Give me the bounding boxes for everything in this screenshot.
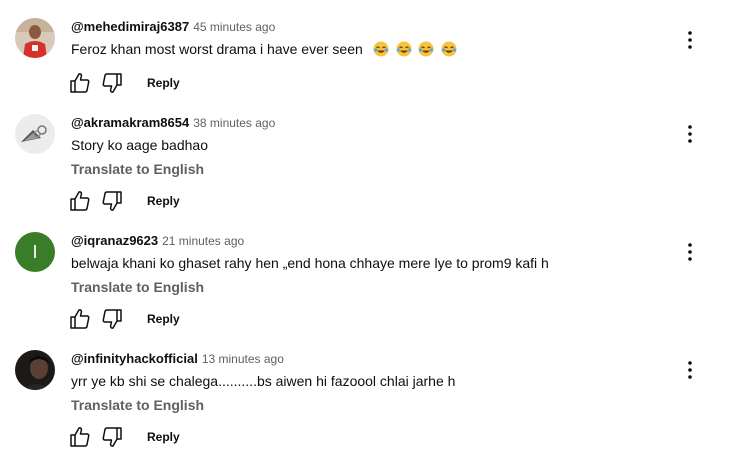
- thumb-up-icon: [70, 427, 90, 447]
- comment-text: Feroz khan most worst drama i have ever …: [71, 39, 457, 59]
- comment-menu-button[interactable]: [678, 122, 702, 146]
- comment-body: yrr ye kb shi se chalega..........bs aiw…: [71, 373, 456, 389]
- author-handle[interactable]: @mehedimiraj6387: [71, 19, 189, 34]
- face-with-tears-of-joy-icon: [418, 41, 434, 57]
- comment-body: Feroz khan most worst drama i have ever …: [71, 41, 363, 57]
- thumb-down-icon: [102, 191, 122, 211]
- translate-button[interactable]: Translate to English: [71, 395, 204, 415]
- thumb-down-icon: [102, 73, 122, 93]
- avatar-photo: [15, 350, 55, 390]
- comment-header: @mehedimiraj6387 45 minutes ago: [71, 19, 275, 35]
- translate-button[interactable]: Translate to English: [71, 277, 204, 297]
- comment-header: @iqranaz9623 21 minutes ago: [71, 233, 244, 249]
- thumb-up-icon: [70, 191, 90, 211]
- author-handle[interactable]: @akramakram8654: [71, 115, 189, 130]
- dislike-button[interactable]: [100, 307, 124, 331]
- author-handle[interactable]: @iqranaz9623: [71, 233, 158, 248]
- avatar[interactable]: I: [15, 232, 55, 272]
- translate-button[interactable]: Translate to English: [71, 159, 204, 179]
- reply-button[interactable]: Reply: [147, 192, 180, 210]
- comment-header: @infinityhackofficial 13 minutes ago: [71, 351, 284, 367]
- thumb-down-icon: [102, 309, 122, 329]
- avatar[interactable]: [15, 350, 55, 390]
- comment-header: @akramakram8654 38 minutes ago: [71, 115, 275, 131]
- comment-time[interactable]: 13 minutes ago: [202, 352, 284, 366]
- more-vert-icon: [688, 31, 692, 49]
- reply-button[interactable]: Reply: [147, 428, 180, 446]
- avatar-photo: [15, 18, 55, 58]
- avatar[interactable]: [15, 114, 55, 154]
- more-vert-icon: [688, 125, 692, 143]
- like-button[interactable]: [68, 189, 92, 213]
- reply-button[interactable]: Reply: [147, 310, 180, 328]
- thumb-up-icon: [70, 73, 90, 93]
- like-button[interactable]: [68, 425, 92, 449]
- more-vert-icon: [688, 361, 692, 379]
- more-vert-icon: [688, 243, 692, 261]
- thumb-up-icon: [70, 309, 90, 329]
- reply-button[interactable]: Reply: [147, 74, 180, 92]
- face-with-tears-of-joy-icon: [373, 41, 389, 57]
- like-button[interactable]: [68, 71, 92, 95]
- comment-text: Story ko aage badhao: [71, 135, 208, 155]
- like-button[interactable]: [68, 307, 92, 331]
- dislike-button[interactable]: [100, 425, 124, 449]
- avatar-letter: I: [32, 242, 38, 262]
- comment-body: Story ko aage badhao: [71, 137, 208, 153]
- face-with-tears-of-joy-icon: [396, 41, 412, 57]
- comment-menu-button[interactable]: [678, 358, 702, 382]
- comment-time[interactable]: 21 minutes ago: [162, 234, 244, 248]
- comment-body: belwaja khani ko ghaset rahy hen „end ho…: [71, 255, 549, 271]
- dislike-button[interactable]: [100, 71, 124, 95]
- avatar[interactable]: [15, 18, 55, 58]
- comment-text: yrr ye kb shi se chalega..........bs aiw…: [71, 371, 455, 391]
- avatar-photo: [15, 114, 55, 154]
- comment-menu-button[interactable]: [678, 28, 702, 52]
- comment-text: belwaja khani ko ghaset rahy hen „end ho…: [71, 253, 549, 273]
- author-handle[interactable]: @infinityhackofficial: [71, 351, 198, 366]
- thumb-down-icon: [102, 427, 122, 447]
- comment-time[interactable]: 45 minutes ago: [193, 20, 275, 34]
- dislike-button[interactable]: [100, 189, 124, 213]
- face-with-tears-of-joy-icon: [441, 41, 457, 57]
- comment-menu-button[interactable]: [678, 240, 702, 264]
- comment-time[interactable]: 38 minutes ago: [193, 116, 275, 130]
